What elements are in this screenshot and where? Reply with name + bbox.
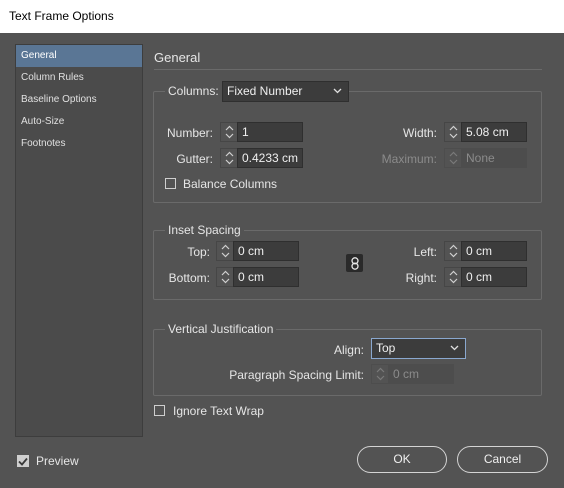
stepper-arrows-icon[interactable] xyxy=(444,122,461,142)
ok-button[interactable]: OK xyxy=(357,446,447,473)
inset-left-label: Left: xyxy=(413,245,437,259)
chain-link-icon[interactable] xyxy=(346,254,363,272)
preview-label: Preview xyxy=(36,454,79,468)
width-field[interactable]: 5.08 cm xyxy=(461,122,527,142)
sidebar-item-baseline-options[interactable]: Baseline Options xyxy=(16,89,142,111)
paragraph-spacing-limit-field: 0 cm xyxy=(388,364,454,384)
stepper-arrows-icon[interactable] xyxy=(220,148,237,168)
ignore-text-wrap-label: Ignore Text Wrap xyxy=(173,404,264,418)
chevron-down-icon xyxy=(450,345,459,351)
inset-left-field[interactable]: 0 cm xyxy=(461,241,527,261)
cancel-button[interactable]: Cancel xyxy=(457,446,548,473)
inset-right-label: Right: xyxy=(405,271,437,285)
width-stepper[interactable]: 5.08 cm xyxy=(444,122,527,142)
inset-bottom-field[interactable]: 0 cm xyxy=(233,267,299,287)
align-value: Top xyxy=(376,341,396,355)
columns-type-dropdown[interactable]: Fixed Number xyxy=(222,81,349,102)
width-label: Width: xyxy=(402,126,437,140)
title-bar: Text Frame Options xyxy=(0,0,564,33)
stepper-arrows-icon[interactable] xyxy=(216,241,233,261)
sidebar-item-column-rules[interactable]: Column Rules xyxy=(16,67,142,89)
vertical-justification-group xyxy=(153,329,542,396)
stepper-arrows-icon[interactable] xyxy=(444,267,461,287)
paragraph-spacing-limit-stepper: 0 cm xyxy=(371,364,454,384)
align-label: Align: xyxy=(333,343,364,357)
maximum-label: Maximum: xyxy=(381,152,437,166)
stepper-arrows-icon[interactable] xyxy=(220,122,237,142)
maximum-stepper: None xyxy=(444,148,527,168)
gutter-label: Gutter: xyxy=(176,152,213,166)
stepper-arrows-icon xyxy=(371,364,388,384)
window-title: Text Frame Options xyxy=(9,9,114,23)
stepper-arrows-icon[interactable] xyxy=(444,241,461,261)
section-divider xyxy=(154,69,542,70)
inset-left-stepper[interactable]: 0 cm xyxy=(444,241,527,261)
inset-spacing-legend: Inset Spacing xyxy=(165,223,244,237)
inset-top-label: Top: xyxy=(187,245,210,259)
inset-bottom-label: Bottom: xyxy=(168,271,210,285)
inset-top-field[interactable]: 0 cm xyxy=(233,241,299,261)
checkmark-icon xyxy=(18,457,28,466)
inset-top-stepper[interactable]: 0 cm xyxy=(216,241,299,261)
columns-type-value: Fixed Number xyxy=(227,84,303,98)
inset-right-field[interactable]: 0 cm xyxy=(461,267,527,287)
category-sidebar: General Column Rules Baseline Options Au… xyxy=(15,44,143,437)
sidebar-item-auto-size[interactable]: Auto-Size xyxy=(16,111,142,133)
sidebar-item-general[interactable]: General xyxy=(16,45,142,67)
inset-bottom-stepper[interactable]: 0 cm xyxy=(216,267,299,287)
gutter-field[interactable]: 0.4233 cm xyxy=(237,148,303,168)
balance-columns-checkbox[interactable] xyxy=(165,178,176,189)
stepper-arrows-icon[interactable] xyxy=(216,267,233,287)
gutter-stepper[interactable]: 0.4233 cm xyxy=(220,148,303,168)
balance-columns-label: Balance Columns xyxy=(183,177,278,191)
chevron-down-icon xyxy=(333,88,342,94)
preview-checkbox[interactable] xyxy=(17,455,29,467)
paragraph-spacing-limit-label: Paragraph Spacing Limit: xyxy=(229,368,364,382)
section-title: General xyxy=(154,50,201,65)
number-label: Number: xyxy=(166,126,213,140)
inset-right-stepper[interactable]: 0 cm xyxy=(444,267,527,287)
sidebar-item-footnotes[interactable]: Footnotes xyxy=(16,133,142,155)
columns-label: Columns: xyxy=(165,84,222,98)
align-dropdown[interactable]: Top xyxy=(371,338,466,359)
vertical-justification-legend: Vertical Justification xyxy=(165,322,277,336)
maximum-field: None xyxy=(461,148,527,168)
ignore-text-wrap-checkbox[interactable] xyxy=(154,405,165,416)
number-field[interactable]: 1 xyxy=(237,122,303,142)
number-stepper[interactable]: 1 xyxy=(220,122,303,142)
stepper-arrows-icon xyxy=(444,148,461,168)
